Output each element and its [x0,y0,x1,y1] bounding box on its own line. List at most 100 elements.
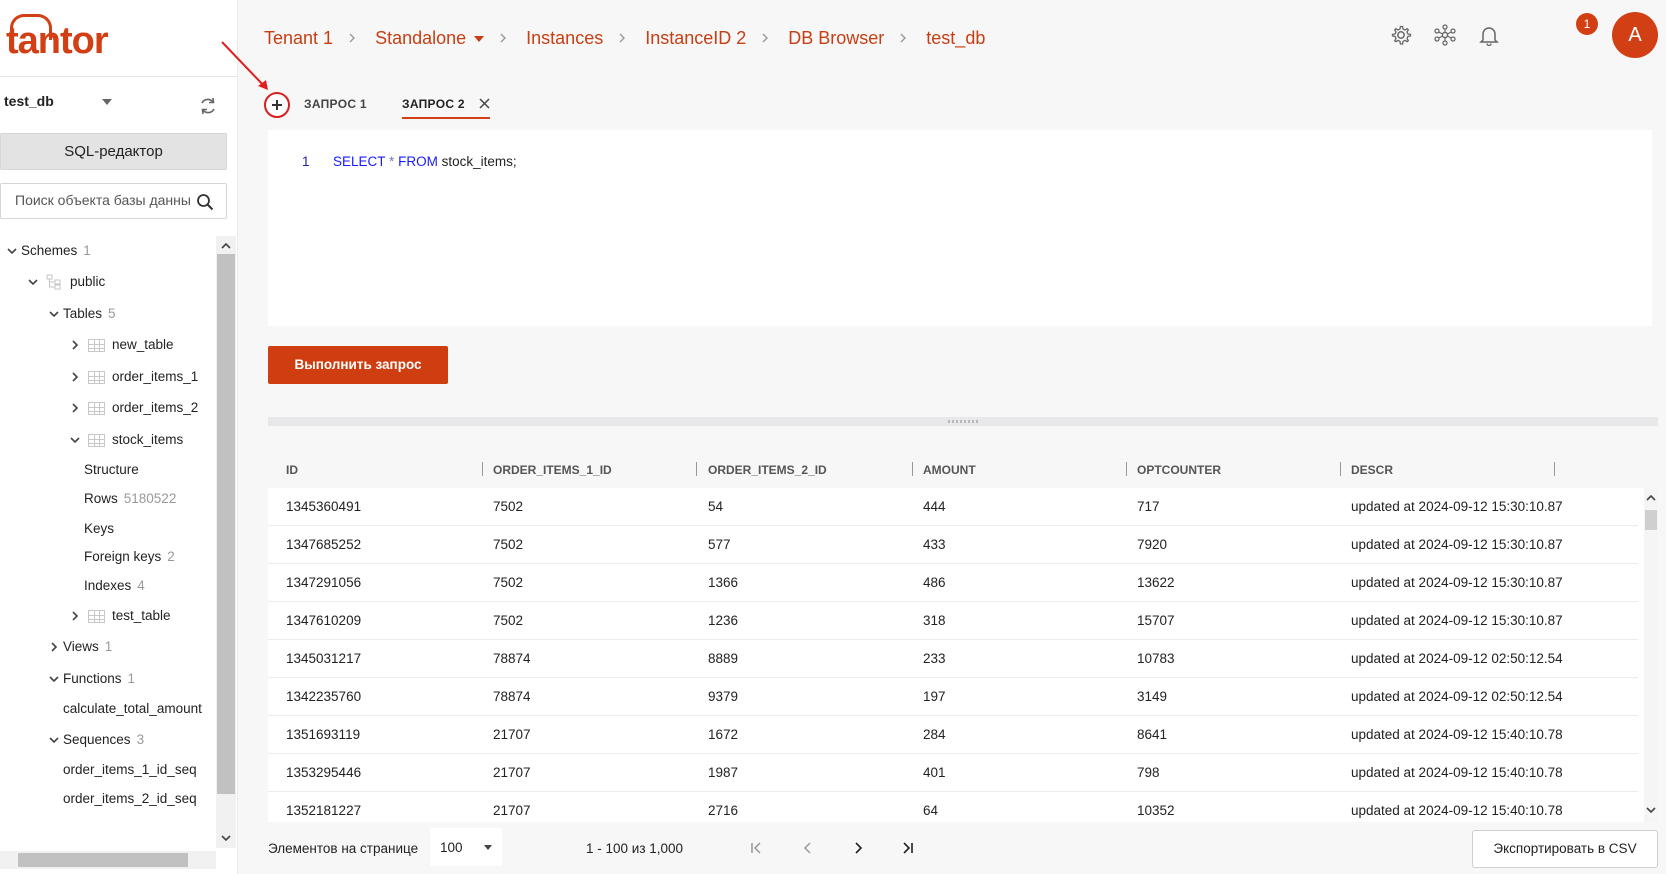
caret-down-icon [484,845,492,850]
table-row[interactable]: 1345360491 7502 54 444 717 updated at 2024-09… [268,488,1638,526]
tree-item[interactable]: Indexes 4 [0,573,216,599]
chevron-right-icon[interactable] [69,402,81,414]
breadcrumb-item[interactable]: Instances [526,28,603,49]
column-resize-handle[interactable] [912,462,913,476]
column-resize-handle[interactable] [1340,462,1341,476]
tantor-logo[interactable]: tantor [4,14,114,62]
breadcrumb-item[interactable]: Standalone [375,28,485,49]
tab-query-2[interactable]: ЗАПРОС 2 [402,97,490,119]
table-cell: 7920 [1137,537,1168,552]
first-page-icon[interactable] [748,840,764,856]
sql-editor-button[interactable]: SQL-редактор [0,133,227,170]
tree-item[interactable]: Functions 1 [0,666,216,692]
page-range: 1 - 100 из 1,000 [586,841,684,856]
table-row[interactable]: 1352181227 21707 2716 64 10352 updated at 202… [268,792,1638,822]
next-page-icon[interactable] [850,840,866,856]
sql-editor[interactable]: 1 SELECT * FROM stock_items; [268,130,1652,326]
refresh-icon[interactable] [198,96,218,116]
scroll-up-icon[interactable] [1645,492,1657,504]
grid-vertical-scrollbar[interactable] [1644,488,1658,822]
column-resize-handle[interactable] [482,462,483,476]
table-cell: 3149 [1137,689,1168,704]
table-row[interactable]: 1351693119 21707 1672 284 8641 updated at 202… [268,716,1638,754]
tree-item[interactable]: order_items_2 [0,395,216,421]
breadcrumb-item[interactable]: InstanceID 2 [645,28,746,49]
chevron-right-icon[interactable] [69,339,81,351]
tree-item[interactable]: Structure [0,457,216,483]
sql-code[interactable]: SELECT * FROM stock_items; [333,154,517,169]
page-size-select[interactable]: 100 [430,828,502,866]
table-cell: 1347685252 [286,537,362,552]
tree-item[interactable]: Views 1 [0,634,216,660]
bell-icon[interactable] [1478,24,1500,46]
scroll-up-icon[interactable] [220,240,232,252]
tree-item[interactable]: test_table [0,603,216,629]
column-header[interactable]: ID [286,463,298,477]
tree-horizontal-scrollbar[interactable] [0,851,216,869]
scroll-down-icon[interactable] [1645,804,1657,816]
chevron-right-icon[interactable] [69,371,81,383]
tree-item-text: new_table [112,337,174,352]
chevron-down-icon[interactable] [6,245,18,257]
tab-query-1[interactable]: ЗАПРОС 1 [304,97,367,111]
column-header[interactable]: DESCR [1351,463,1393,477]
search-icon[interactable] [196,193,214,211]
last-page-icon[interactable] [900,840,916,856]
table-row[interactable]: 1347610209 7502 1236 318 15707 updated at 202… [268,602,1638,640]
chevron-right-icon[interactable] [48,641,60,653]
breadcrumb-item[interactable]: test_db [926,28,985,49]
column-header[interactable]: ORDER_ITEMS_2_ID [708,463,827,477]
tree-item-count: 5 [108,306,116,321]
database-select[interactable]: test_db [4,93,112,115]
export-csv-button[interactable]: Экспортировать в CSV [1472,830,1658,868]
tree-vertical-scrollbar[interactable] [216,236,236,848]
chevron-down-icon[interactable] [69,434,81,446]
tree-item[interactable]: order_items_1 [0,364,216,390]
grid-scroll-thumb[interactable] [1645,510,1657,530]
gear-icon[interactable] [1390,24,1412,46]
run-query-button[interactable]: Выполнить запрос [268,346,448,384]
tree-item[interactable]: Schemes 1 [0,238,216,264]
column-header[interactable]: AMOUNT [923,463,976,477]
scroll-down-icon[interactable] [220,832,232,844]
table-row[interactable]: 1342235760 78874 9379 197 3149 updated at 202… [268,678,1638,716]
chevron-down-icon[interactable] [48,734,60,746]
column-header[interactable]: OPTCOUNTER [1137,463,1221,477]
column-resize-handle[interactable] [1126,462,1127,476]
table-row[interactable]: 1347685252 7502 577 433 7920 updated at 2024-… [268,526,1638,564]
tree-item[interactable]: public [0,269,216,295]
tree-item[interactable]: new_table [0,332,216,358]
table-row[interactable]: 1347291056 7502 1366 486 13622 updated at 202… [268,564,1638,602]
tree-item-text: order_items_1 [112,369,199,384]
avatar[interactable]: A [1612,12,1658,58]
tree-item[interactable]: Sequences 3 [0,727,216,753]
tree-item[interactable]: order_items_2_id_seq [0,786,216,812]
tree-item[interactable]: order_items_1_id_seq [0,757,216,783]
tree-item[interactable]: Tables 5 [0,301,216,327]
column-resize-handle[interactable] [1554,462,1555,476]
pane-splitter[interactable] [268,417,1658,426]
close-icon[interactable] [479,98,490,109]
logo-text: tantor [6,20,109,62]
tree-scroll-thumb[interactable] [217,254,235,794]
chevron-right-icon[interactable] [69,610,81,622]
breadcrumb-item[interactable]: DB Browser [788,28,884,49]
tree-hscroll-thumb[interactable] [18,853,188,867]
table-row[interactable]: 1345031217 78874 8889 233 10783 updated at 20… [268,640,1638,678]
cluster-icon[interactable] [1434,24,1456,46]
tree-item[interactable]: Foreign keys 2 [0,544,216,570]
splitter-grip-icon[interactable] [948,420,978,423]
chevron-down-icon[interactable] [48,308,60,320]
column-header[interactable]: ORDER_ITEMS_1_ID [493,463,612,477]
chevron-down-icon[interactable] [48,673,60,685]
table-row[interactable]: 1353295446 21707 1987 401 798 updated at 2024… [268,754,1638,792]
chevron-down-icon[interactable] [27,276,39,288]
tree-item[interactable]: calculate_total_amount [0,696,216,722]
tree-item[interactable]: Keys [0,516,216,542]
column-resize-handle[interactable] [696,462,697,476]
object-search-input[interactable] [15,192,191,208]
tree-item[interactable]: Rows 5180522 [0,486,216,512]
prev-page-icon[interactable] [800,840,816,856]
table-icon [88,402,105,415]
tree-item[interactable]: stock_items [0,427,216,453]
